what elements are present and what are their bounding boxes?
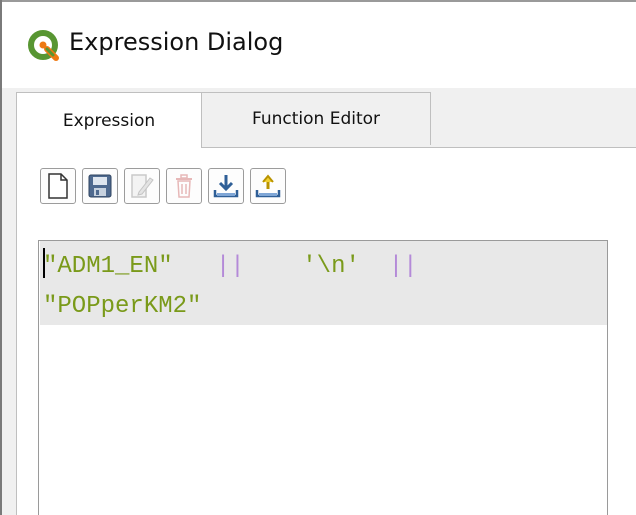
newline-string-literal: '\n' [302, 253, 360, 280]
tab-expression-label: Expression [62, 110, 156, 131]
window-title: Expression Dialog [69, 28, 284, 56]
title-bar-top-edge [2, 0, 636, 2]
save-icon [88, 174, 112, 198]
field-token-popperkm2: "POPperKM2" [43, 293, 202, 320]
text-cursor [43, 248, 45, 278]
title-bar[interactable]: Expression Dialog [2, 0, 636, 88]
tab-function-editor-label: Function Editor [251, 109, 381, 129]
delete-icon [176, 174, 192, 198]
import-icon [213, 175, 239, 198]
expression-dialog-window: Expression Dialog Expression Function Ed… [0, 0, 636, 515]
field-token-adm1-en: "ADM1_EN" [43, 253, 173, 280]
edit-expression-button[interactable] [124, 168, 160, 204]
tab-expression[interactable]: Expression [16, 92, 202, 148]
expression-code: "ADM1_EN" || '\n' || "POPperKM2" [43, 247, 418, 327]
new-expression-button[interactable] [40, 168, 76, 204]
new-file-icon [48, 173, 68, 199]
save-expression-button[interactable] [82, 168, 118, 204]
import-expression-button[interactable] [208, 168, 244, 204]
delete-expression-button[interactable] [166, 168, 202, 204]
concat-operator: || [388, 253, 418, 280]
concat-operator: || [215, 253, 245, 280]
expression-editor[interactable]: "ADM1_EN" || '\n' || "POPperKM2" [38, 240, 608, 515]
edit-icon [131, 174, 154, 198]
qgis-logo-icon [28, 30, 59, 61]
export-icon [255, 174, 281, 198]
export-expression-button[interactable] [250, 168, 286, 204]
tab-function-editor[interactable]: Function Editor [201, 92, 431, 145]
